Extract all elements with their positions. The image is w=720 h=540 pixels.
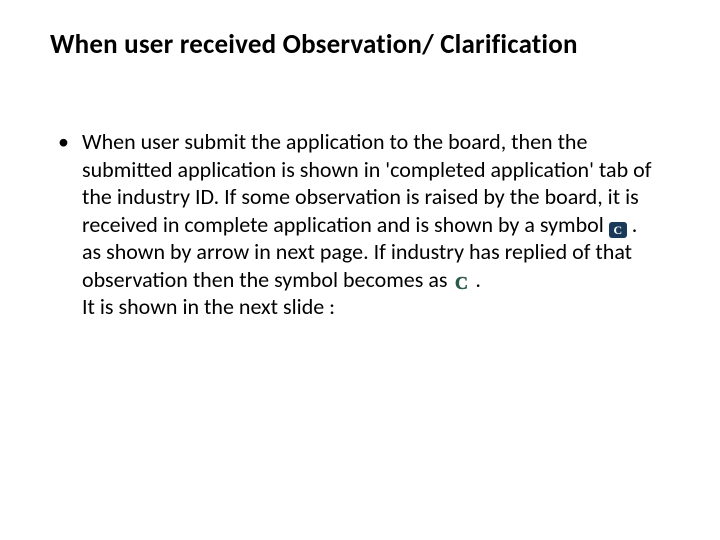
bullet-segment-3: . xyxy=(470,266,481,293)
title-text: When user received Observation/ Clarific… xyxy=(50,28,578,61)
bullet-list: When user submit the application to the … xyxy=(54,128,660,321)
bullet-segment-4: It is shown in the next slide : xyxy=(82,293,660,321)
observation-replied-icon: C xyxy=(452,274,470,292)
bullet-segment-1: When user submit the application to the … xyxy=(82,128,651,238)
list-item: When user submit the application to the … xyxy=(54,128,660,321)
page-title: When user received Observation/ Clarific… xyxy=(50,28,670,61)
body-text: When user submit the application to the … xyxy=(54,128,660,321)
observation-pending-icon: C xyxy=(609,222,627,238)
slide: When user received Observation/ Clarific… xyxy=(0,0,720,540)
